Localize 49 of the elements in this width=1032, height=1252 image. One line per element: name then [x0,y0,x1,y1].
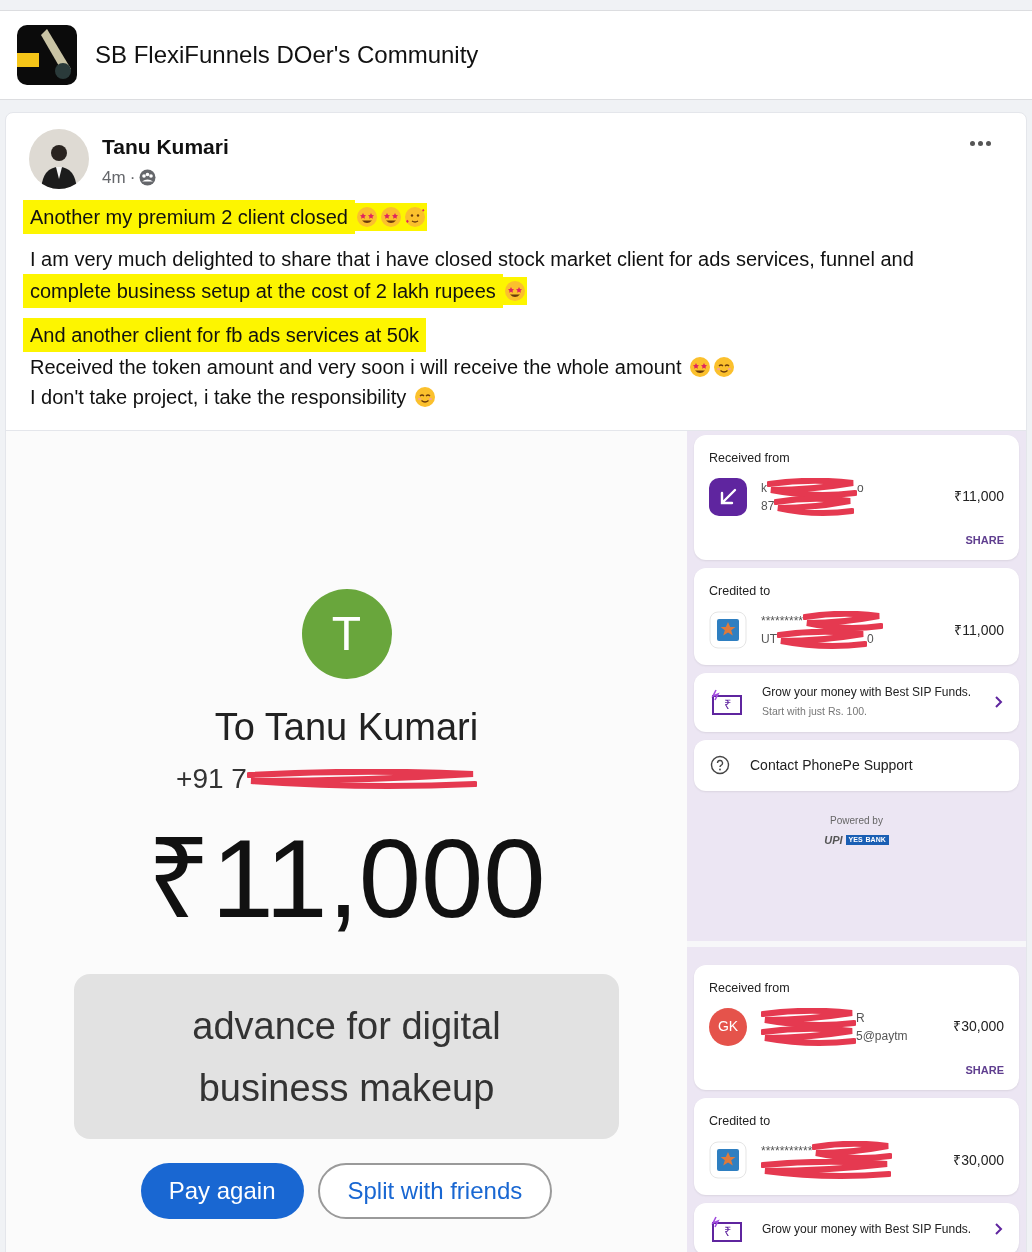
chevron-right-icon [993,695,1003,710]
help-icon [710,755,730,776]
redacted-detail-text: 87 [761,497,775,515]
pay-again-button[interactable]: Pay again [140,1163,304,1219]
card-label: Credited to [709,1113,772,1131]
redacted-detail-text: ********* [761,613,804,630]
sender-initials-avatar: GK [709,1007,747,1046]
group-members-icon [139,168,157,186]
post-text: I don't take project, i take the responsibility [29,385,408,410]
post-text: I am very much delighted to share that i have closed stock market client for ads services, funnel and [29,247,915,272]
highlighted-text: complete business setup at the cost of 2 lakh rupees [23,274,503,308]
chevron-right-icon [993,1222,1003,1236]
payment-note: advance for digital business makeup [74,974,619,1139]
redacted-detail-text: *********** [761,1143,813,1160]
recipient-initial-avatar: T [301,589,392,679]
redacted-detail-text: k [761,479,767,497]
redacted-detail-text: 0 [867,631,874,648]
payment-amount: ₹11,000 [147,815,546,943]
promo-card[interactable]: ₹ Grow your money with Best SIP Funds. Start with just Rs. 100. [694,673,1019,732]
highlighted-text: And another client for fb ads services at 50k [23,318,427,352]
post-time[interactable]: 4m [102,164,126,190]
redacted-detail-text: o [857,479,864,497]
author-name[interactable]: Tanu Kumari [102,131,229,163]
card-label: Credited to [709,583,772,601]
post-text: Received the token amount and very soon i will receive the whole amount [29,355,683,380]
promo-subtitle: Start with just Rs. 100. [762,704,869,719]
promo-title: Grow your money with Best SIP Funds. [762,1221,973,1237]
card-label: Received from [709,980,791,997]
redacted-detail-text: 5@paytm [856,1027,908,1045]
powered-by-text: Powered by [830,813,883,828]
split-button[interactable]: Split with friends [317,1163,553,1219]
amount-text: ₹11,000 [954,620,1004,640]
support-button[interactable]: Contact PhonePe Support [694,739,1019,791]
share-button[interactable]: SHARE [965,1061,1004,1079]
redacted-detail-text: UT [761,631,777,648]
redacted-detail-text: R [856,1009,865,1027]
upi-logo: UPI [824,832,843,848]
card-label: Received from [709,450,791,467]
amount-text: ₹30,000 [953,1150,1004,1170]
amount-text: ₹30,000 [953,1017,1004,1037]
phone-number-text: +91 7 [176,762,247,796]
separator-dot: · [129,166,136,189]
share-button[interactable]: SHARE [965,531,1004,549]
promo-title: Grow your money with Best SIP Funds. [762,685,973,700]
amount-text: ₹11,000 [954,487,1004,507]
highlighted-text: Another my premium 2 client closed [23,200,355,234]
group-name[interactable]: SB FlexiFunnels DOer's Community [95,37,479,73]
recipient-name: To Tanu Kumari [214,705,479,750]
promo-card[interactable]: ₹ Grow your money with Best SIP Funds. [694,1203,1019,1252]
